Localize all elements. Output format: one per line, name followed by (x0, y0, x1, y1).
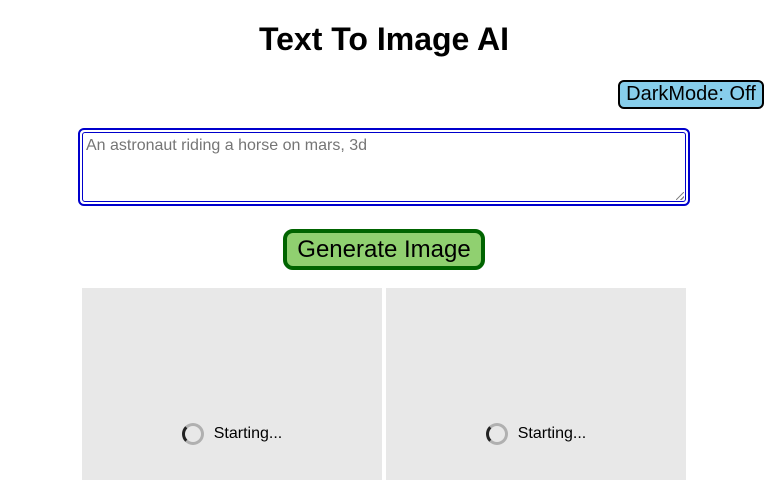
image-status: Starting... (82, 422, 382, 446)
spinner-icon (181, 423, 204, 445)
image-status: Starting... (386, 422, 686, 446)
prompt-input-container (78, 128, 690, 206)
prompt-input[interactable] (82, 132, 686, 202)
resize-grip-icon[interactable] (676, 192, 684, 200)
generate-image-button[interactable]: Generate Image (283, 229, 485, 270)
image-status-text: Starting... (517, 425, 587, 442)
image-result-card: Starting... (82, 288, 382, 480)
image-status-text: Starting... (213, 425, 283, 442)
app-page: Text To Image AI DarkMode: Off Generate … (0, 0, 768, 480)
page-title: Text To Image AI (258, 21, 510, 57)
image-result-card: Starting... (386, 288, 686, 480)
spinner-icon (485, 423, 508, 445)
dark-mode-toggle-button[interactable]: DarkMode: Off (618, 80, 764, 109)
